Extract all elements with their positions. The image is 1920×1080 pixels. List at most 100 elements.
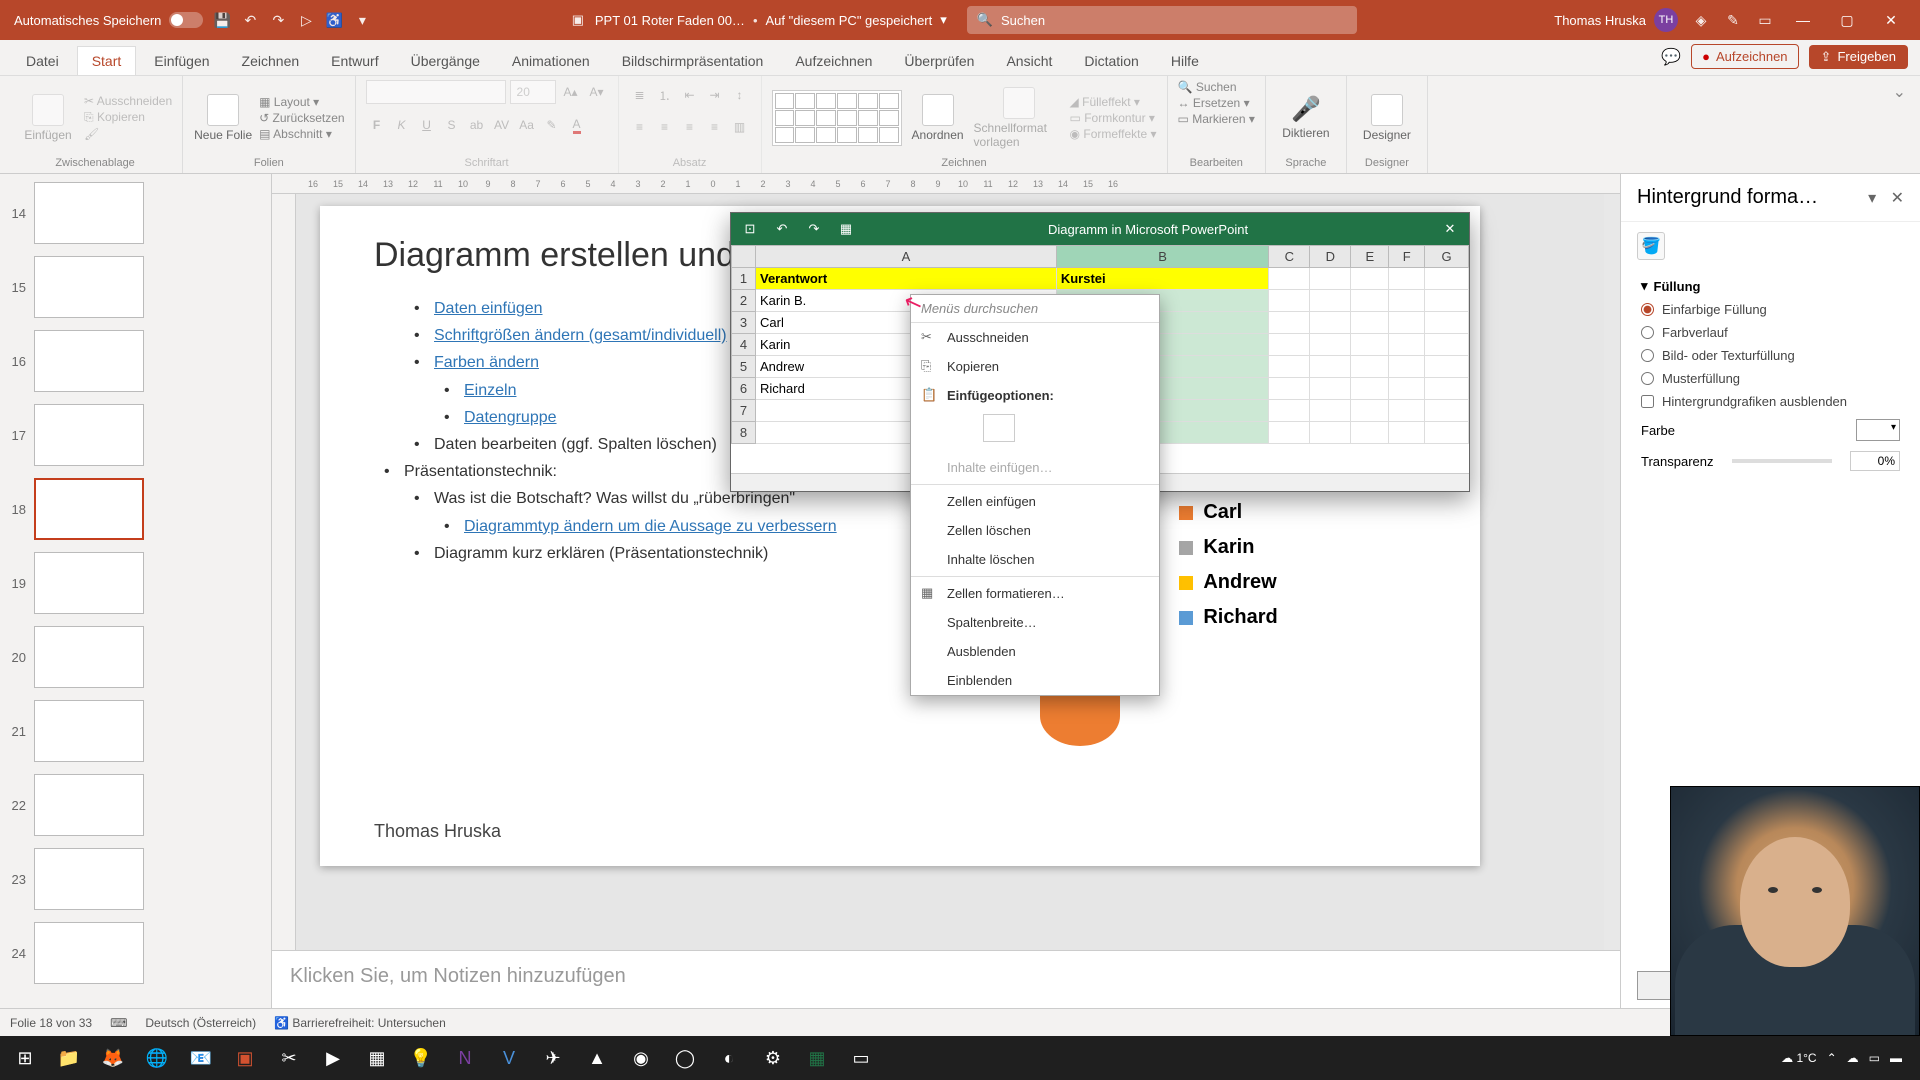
row-header[interactable]: 7 — [732, 400, 756, 422]
cell[interactable] — [1351, 312, 1389, 334]
cell[interactable] — [1425, 400, 1469, 422]
font-combo[interactable] — [366, 80, 506, 104]
replace-button[interactable]: ↔ Ersetzen ▾ — [1178, 96, 1250, 110]
thumbnail-21[interactable]: 21 — [6, 700, 265, 762]
cell[interactable] — [1425, 290, 1469, 312]
thumbnail-18[interactable]: 18 — [6, 478, 265, 540]
vertical-scrollbar[interactable] — [1604, 194, 1620, 950]
transparency-value[interactable]: 0% — [1850, 451, 1900, 471]
comments-icon[interactable]: 💬 — [1661, 47, 1681, 67]
tray-icon-1[interactable]: ☁ — [1847, 1051, 1859, 1065]
bullets-button[interactable]: ≣ — [629, 84, 651, 106]
pattern-fill-option[interactable]: Musterfüllung — [1641, 371, 1900, 386]
format-painter-button[interactable]: 🖌 — [84, 127, 172, 141]
spelling-icon[interactable]: ⌨ — [110, 1016, 127, 1030]
cell[interactable] — [1389, 334, 1425, 356]
chevron-down-icon[interactable]: ▾ — [940, 12, 947, 28]
shapes-gallery[interactable] — [772, 90, 902, 146]
row-header[interactable]: 8 — [732, 422, 756, 444]
row-header[interactable]: 1 — [732, 268, 756, 290]
quickstyles-button[interactable]: Schnellformat vorlagen — [974, 87, 1064, 149]
thumbnail-24[interactable]: 24 — [6, 922, 265, 984]
cell[interactable]: Verantwort — [756, 268, 1057, 290]
cell[interactable] — [1389, 312, 1425, 334]
cell[interactable] — [1269, 356, 1310, 378]
chrome-icon[interactable]: 🌐 — [138, 1040, 176, 1076]
align-left-button[interactable]: ≡ — [629, 116, 651, 138]
cell[interactable] — [1389, 400, 1425, 422]
thumbnail-15[interactable]: 15 — [6, 256, 265, 318]
accessibility-icon[interactable]: ♿ — [325, 11, 343, 29]
excel-icon[interactable]: ▦ — [798, 1040, 836, 1076]
paste-button[interactable]: Einfügen — [18, 94, 78, 142]
row-header[interactable]: 6 — [732, 378, 756, 400]
thumb-preview[interactable] — [34, 774, 144, 836]
solid-fill-option[interactable]: Einfarbige Füllung — [1641, 302, 1900, 317]
cell[interactable] — [1310, 400, 1351, 422]
cell[interactable] — [1425, 378, 1469, 400]
tab-bildschirm[interactable]: Bildschirmpräsentation — [608, 47, 778, 75]
thumb-preview[interactable] — [34, 330, 144, 392]
new-slide-button[interactable]: Neue Folie — [193, 94, 253, 142]
pane-close-icon[interactable]: ✕ — [1891, 190, 1904, 207]
underline-button[interactable]: U — [416, 114, 438, 136]
indent-more-button[interactable]: ⇥ — [704, 84, 726, 106]
strike-button[interactable]: S — [441, 114, 463, 136]
close-button[interactable]: ✕ — [1876, 8, 1906, 32]
weather-widget[interactable]: ☁ 1°C — [1781, 1051, 1816, 1065]
tab-zeichnen[interactable]: Zeichnen — [228, 47, 314, 75]
thumbnail-14[interactable]: 14 — [6, 182, 265, 244]
cell[interactable] — [1269, 334, 1310, 356]
vlc-icon[interactable]: ▶ — [314, 1040, 352, 1076]
outline-button[interactable]: ▭ Formkontur ▾ — [1070, 111, 1157, 125]
slide-link[interactable]: Schriftgrößen ändern (gesamt/individuell… — [434, 327, 727, 344]
tray-chevron-icon[interactable]: ⌃ — [1827, 1051, 1837, 1065]
thumbnail-20[interactable]: 20 — [6, 626, 265, 688]
delete-cells-menuitem[interactable]: Zellen löschen — [911, 516, 1159, 545]
col-header-E[interactable]: E — [1351, 246, 1389, 268]
record-button[interactable]: ●Aufzeichnen — [1691, 44, 1798, 69]
thumbnail-19[interactable]: 19 — [6, 552, 265, 614]
language-label[interactable]: Deutsch (Österreich) — [145, 1016, 256, 1030]
col-header-F[interactable]: F — [1389, 246, 1425, 268]
cell[interactable] — [1310, 422, 1351, 444]
tab-einfuegen[interactable]: Einfügen — [140, 47, 223, 75]
pen-icon[interactable]: ✎ — [1724, 11, 1742, 29]
cell[interactable] — [1425, 268, 1469, 290]
tab-animationen[interactable]: Animationen — [498, 47, 604, 75]
outlook-icon[interactable]: 📧 — [182, 1040, 220, 1076]
indent-less-button[interactable]: ⇤ — [679, 84, 701, 106]
unhide-menuitem[interactable]: Einblenden — [911, 666, 1159, 695]
reset-button[interactable]: ↺ Zurücksetzen — [259, 111, 344, 125]
italic-button[interactable]: K — [391, 114, 413, 136]
column-width-menuitem[interactable]: Spaltenbreite… — [911, 608, 1159, 637]
excel-close-button[interactable]: ✕ — [1439, 218, 1461, 240]
avatar[interactable]: TH — [1654, 8, 1678, 32]
slide-link[interactable]: Einzeln — [464, 382, 516, 399]
hide-bg-option[interactable]: Hintergrundgrafiken ausblenden — [1641, 394, 1900, 409]
picture-fill-option[interactable]: Bild- oder Texturfüllung — [1641, 348, 1900, 363]
excel-save-icon[interactable]: ⊡ — [739, 218, 761, 240]
thumb-preview[interactable] — [34, 552, 144, 614]
thumb-preview[interactable] — [34, 700, 144, 762]
thumb-preview[interactable] — [34, 404, 144, 466]
diamond-icon[interactable]: ◈ — [1692, 11, 1710, 29]
slide-counter[interactable]: Folie 18 von 33 — [10, 1016, 92, 1030]
numbering-button[interactable]: ⒈ — [654, 84, 676, 106]
qat-dropdown-icon[interactable]: ▾ — [353, 11, 371, 29]
app-icon-1[interactable]: ▦ — [358, 1040, 396, 1076]
col-header-A[interactable]: A — [756, 246, 1057, 268]
dictate-button[interactable]: 🎤 Diktieren — [1276, 95, 1336, 140]
maximize-button[interactable]: ▢ — [1832, 8, 1862, 32]
justify-button[interactable]: ≡ — [704, 116, 726, 138]
tab-start[interactable]: Start — [77, 46, 137, 75]
settings-icon[interactable]: ⚙ — [754, 1040, 792, 1076]
app-icon-7[interactable]: ◐ — [710, 1040, 748, 1076]
cell[interactable] — [1310, 378, 1351, 400]
transparency-slider[interactable] — [1732, 459, 1832, 463]
thumb-preview[interactable] — [34, 848, 144, 910]
tab-entwurf[interactable]: Entwurf — [317, 47, 392, 75]
app-icon-6[interactable]: ◯ — [666, 1040, 704, 1076]
cell[interactable] — [1351, 378, 1389, 400]
redo-icon[interactable]: ↷ — [269, 11, 287, 29]
